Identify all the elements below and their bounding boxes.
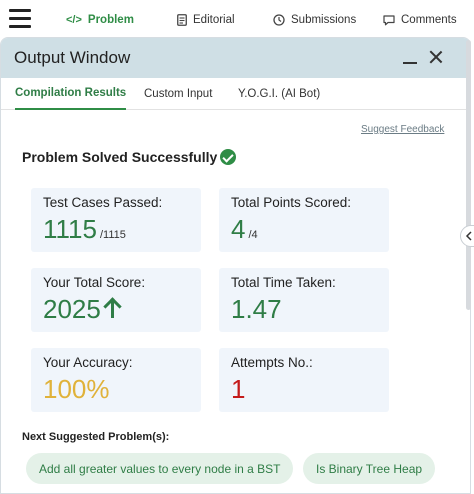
app-root: </> Problem Editorial Submissions Commen… [0,0,474,494]
points-scored: 4 [231,214,246,244]
test-cases-passed: 1115 [43,214,97,244]
arrow-up-icon [104,298,120,318]
stat-value: 1115 /1115 [43,214,126,245]
accuracy-value: 100% [43,374,110,404]
attempts-value: 1 [231,374,246,404]
close-icon[interactable] [428,49,444,65]
tab-editorial[interactable]: Editorial [177,0,235,40]
problem-tab-bar: </> Problem Editorial Submissions Commen… [0,0,474,40]
tab-custom-input[interactable]: Custom Input [144,78,212,110]
stat-value: 4 /4 [231,214,258,245]
tab-submissions[interactable]: Submissions [273,0,356,40]
check-circle-icon [220,149,237,165]
stat-value: 100% [43,374,110,405]
tab-editorial-label: Editorial [193,14,235,26]
stat-label: Your Total Score: [43,275,146,290]
code-icon: </> [66,14,82,26]
tab-compilation-results[interactable]: Compilation Results [15,78,127,110]
total-score: 2025 [43,294,101,324]
stat-value: 1.47 [231,294,282,325]
next-suggested-heading: Next Suggested Problem(s): [22,431,170,443]
output-window-title: Output Window [14,48,131,67]
stat-value: 2025 [43,294,120,325]
tab-submissions-label: Submissions [291,14,357,26]
test-cases-total: /1115 [99,229,126,241]
minimize-icon[interactable] [402,50,418,66]
output-window-header: Output Window [1,38,470,78]
time-taken: 1.47 [231,294,282,324]
stat-card-attempts: Attempts No.: 1 [219,348,389,412]
status-message: Problem Solved Successfully [22,149,237,165]
stat-label: Test Cases Passed: [43,195,163,210]
stat-card-points: Total Points Scored: 4 /4 [219,188,389,252]
stat-card-time: Total Time Taken: 1.47 [219,268,389,332]
suggested-problem-chip[interactable]: Is Binary Tree Heap [303,453,436,484]
stat-label: Total Time Taken: [231,275,336,290]
suggested-problem-chip[interactable]: Add all greater values to every node in … [26,453,294,484]
stat-label: Total Points Scored: [231,195,352,210]
tab-yogi-ai-bot[interactable]: Y.O.G.I. (AI Bot) [238,78,320,110]
tab-comments[interactable]: Comments [383,0,457,40]
status-text: Problem Solved Successfully [22,149,218,165]
stat-card-total-score: Your Total Score: 2025 [31,268,201,332]
menu-icon[interactable] [9,9,31,29]
tab-comments-label: Comments [401,14,457,26]
scrollbar[interactable] [466,40,471,310]
tab-problem[interactable]: </> Problem [66,0,134,40]
output-window: Output Window Compilation Results Custom… [0,37,471,494]
suggest-feedback-link[interactable]: Suggest Feedback [361,124,444,135]
stat-label: Your Accuracy: [43,355,133,370]
output-tabs: Compilation Results Custom Input Y.O.G.I… [1,78,470,110]
comment-icon [383,14,395,26]
stat-value: 1 [231,374,245,405]
clock-icon [273,14,285,26]
stat-label: Attempts No.: [231,355,313,370]
document-icon [177,14,187,26]
points-total: /4 [248,229,258,241]
tab-problem-label: Problem [87,14,134,26]
stat-card-test-cases: Test Cases Passed: 1115 /1115 [31,188,201,252]
stat-card-accuracy: Your Accuracy: 100% [31,348,201,412]
